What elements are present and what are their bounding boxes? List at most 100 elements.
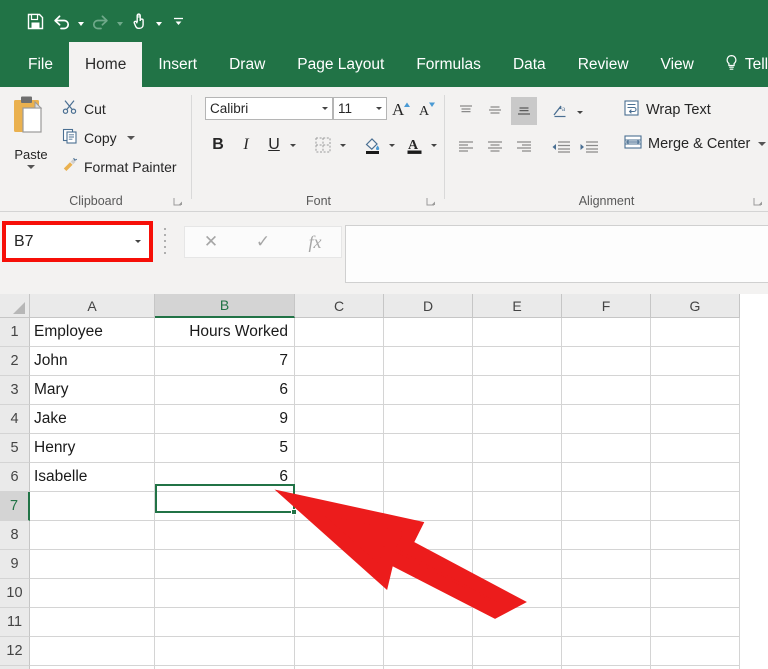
wrap-text-button[interactable]: Wrap Text: [623, 99, 711, 121]
cell-A8[interactable]: [30, 521, 155, 550]
cell-F6[interactable]: [562, 463, 651, 492]
name-box-dropdown-icon[interactable]: [135, 240, 141, 243]
cell-G11[interactable]: [651, 608, 740, 637]
cell-E7[interactable]: [473, 492, 562, 521]
tab-review[interactable]: Review: [562, 42, 645, 87]
align-right-icon[interactable]: [511, 135, 537, 159]
tab-draw[interactable]: Draw: [213, 42, 281, 87]
cell-D10[interactable]: [384, 579, 473, 608]
column-header-f[interactable]: F: [562, 294, 651, 318]
cell-F8[interactable]: [562, 521, 651, 550]
fill-color-button[interactable]: [360, 132, 386, 158]
cell-C6[interactable]: [295, 463, 384, 492]
row-header-7[interactable]: 7: [0, 492, 30, 521]
cell-E6[interactable]: [473, 463, 562, 492]
cell-A5[interactable]: Henry: [30, 434, 155, 463]
cell-E11[interactable]: [473, 608, 562, 637]
column-header-c[interactable]: C: [295, 294, 384, 318]
cell-C10[interactable]: [295, 579, 384, 608]
cell-D12[interactable]: [384, 637, 473, 666]
tab-home[interactable]: Home: [68, 42, 143, 87]
cell-B7[interactable]: [155, 492, 295, 521]
insert-function-icon[interactable]: fx: [295, 227, 335, 257]
cell-D8[interactable]: [384, 521, 473, 550]
cell-B9[interactable]: [155, 550, 295, 579]
row-header-12[interactable]: 12: [0, 637, 30, 666]
row-header-2[interactable]: 2: [0, 347, 30, 376]
cell-G6[interactable]: [651, 463, 740, 492]
cell-B12[interactable]: [155, 637, 295, 666]
cell-E8[interactable]: [473, 521, 562, 550]
cell-G1[interactable]: [651, 318, 740, 347]
cell-G7[interactable]: [651, 492, 740, 521]
cancel-icon[interactable]: ✕: [191, 227, 231, 257]
cell-C4[interactable]: [295, 405, 384, 434]
row-header-4[interactable]: 4: [0, 405, 30, 434]
format-painter-button[interactable]: Format Painter: [62, 157, 177, 176]
undo-icon[interactable]: [48, 8, 74, 34]
cell-B4[interactable]: 9: [155, 405, 295, 434]
enter-icon[interactable]: ✓: [243, 227, 283, 257]
align-middle-icon[interactable]: [482, 99, 508, 123]
row-header-8[interactable]: 8: [0, 521, 30, 550]
cell-G2[interactable]: [651, 347, 740, 376]
cell-E9[interactable]: [473, 550, 562, 579]
cell-G12[interactable]: [651, 637, 740, 666]
cell-E3[interactable]: [473, 376, 562, 405]
cell-B3[interactable]: 6: [155, 376, 295, 405]
cell-B11[interactable]: [155, 608, 295, 637]
column-header-e[interactable]: E: [473, 294, 562, 318]
cell-F1[interactable]: [562, 318, 651, 347]
cell-A12[interactable]: [30, 637, 155, 666]
paste-button[interactable]: Paste: [6, 94, 56, 169]
underline-button[interactable]: U: [261, 132, 287, 158]
increase-font-size-icon[interactable]: A: [390, 96, 415, 121]
underline-dropdown-icon[interactable]: [287, 132, 299, 158]
align-center-icon[interactable]: [482, 135, 508, 159]
redo-dropdown-icon[interactable]: [113, 8, 126, 34]
touch-mode-dropdown-icon[interactable]: [152, 8, 165, 34]
merge-center-dropdown-icon[interactable]: [758, 142, 767, 146]
merge-center-button[interactable]: Merge & Center: [623, 133, 767, 155]
row-header-3[interactable]: 3: [0, 376, 30, 405]
cell-F10[interactable]: [562, 579, 651, 608]
cut-button[interactable]: Cut: [62, 99, 106, 118]
cell-D11[interactable]: [384, 608, 473, 637]
cell-D5[interactable]: [384, 434, 473, 463]
copy-dropdown-icon[interactable]: [126, 135, 135, 140]
font-size-input[interactable]: 11: [333, 97, 387, 120]
font-color-dropdown-icon[interactable]: [428, 132, 440, 158]
cell-C7[interactable]: [295, 492, 384, 521]
cell-E1[interactable]: [473, 318, 562, 347]
cell-G5[interactable]: [651, 434, 740, 463]
cell-A2[interactable]: John: [30, 347, 155, 376]
cell-A10[interactable]: [30, 579, 155, 608]
cell-B1[interactable]: Hours Worked: [155, 318, 295, 347]
name-box[interactable]: B7: [7, 226, 148, 257]
select-all-button[interactable]: [0, 294, 30, 318]
cell-E5[interactable]: [473, 434, 562, 463]
cell-E4[interactable]: [473, 405, 562, 434]
tab-insert[interactable]: Insert: [142, 42, 213, 87]
cell-G9[interactable]: [651, 550, 740, 579]
cell-C1[interactable]: [295, 318, 384, 347]
cell-G8[interactable]: [651, 521, 740, 550]
italic-button[interactable]: I: [233, 132, 259, 158]
clipboard-dialog-launcher[interactable]: [172, 195, 184, 207]
tab-view[interactable]: View: [645, 42, 710, 87]
font-name-input[interactable]: Calibri: [205, 97, 333, 120]
row-header-10[interactable]: 10: [0, 579, 30, 608]
cell-F2[interactable]: [562, 347, 651, 376]
cell-B8[interactable]: [155, 521, 295, 550]
formula-bar-grip[interactable]: [162, 228, 167, 254]
cell-F5[interactable]: [562, 434, 651, 463]
cell-C9[interactable]: [295, 550, 384, 579]
cell-D9[interactable]: [384, 550, 473, 579]
font-name-dropdown-icon[interactable]: [322, 107, 328, 110]
borders-dropdown-icon[interactable]: [337, 132, 349, 158]
cell-D6[interactable]: [384, 463, 473, 492]
copy-button[interactable]: Copy: [62, 128, 135, 147]
cell-G10[interactable]: [651, 579, 740, 608]
cell-B5[interactable]: 5: [155, 434, 295, 463]
cell-E12[interactable]: [473, 637, 562, 666]
